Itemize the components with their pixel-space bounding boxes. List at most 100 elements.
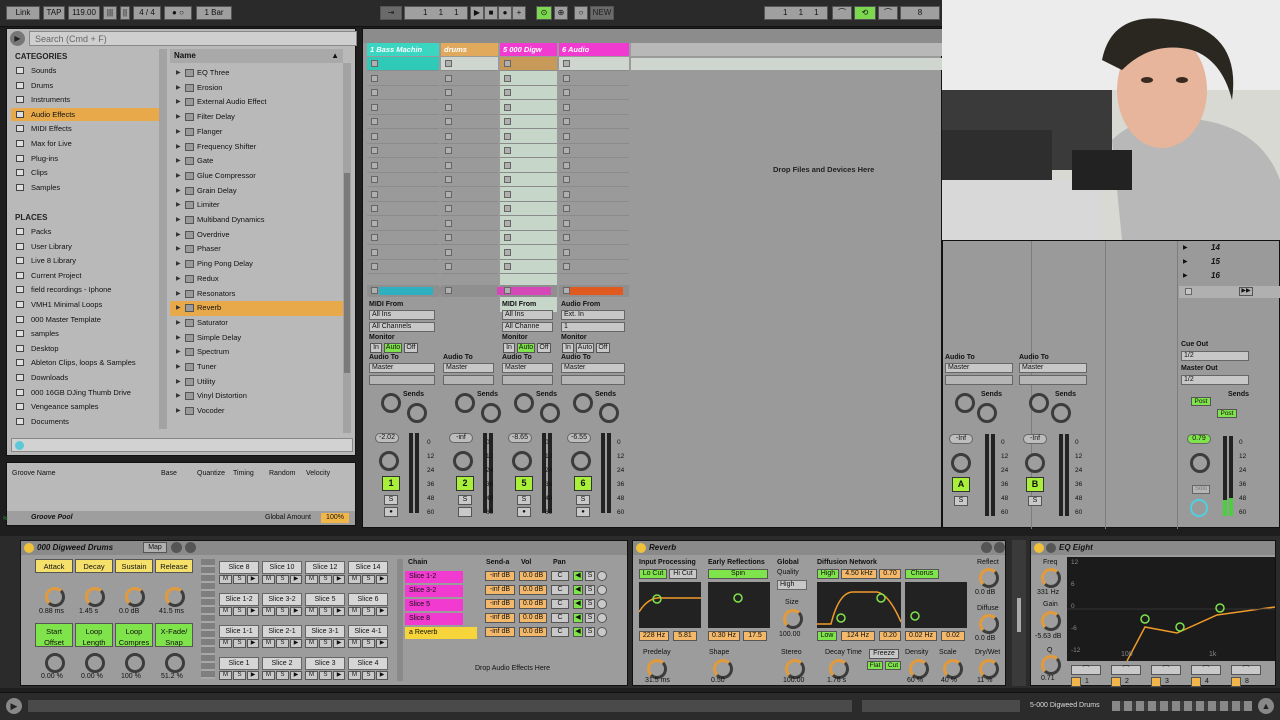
clip-stop-icon[interactable] — [371, 118, 378, 125]
clip-stop-icon[interactable] — [445, 248, 452, 256]
pad-overview[interactable] — [201, 559, 215, 679]
clip-stop-icon[interactable] — [504, 248, 511, 256]
browser-item[interactable]: ▶ Spectrum — [170, 345, 343, 360]
monitor-auto-button[interactable]: Auto — [576, 343, 594, 353]
scene-launch-icon[interactable]: ▶ — [1183, 272, 1188, 279]
eq-band-on-button[interactable] — [1071, 677, 1081, 687]
clip-slot[interactable] — [441, 130, 498, 144]
clip-stop-icon[interactable] — [371, 132, 378, 140]
clip-slot[interactable] — [559, 101, 629, 115]
browser-item[interactable]: ▶ Vocoder — [170, 404, 343, 419]
chain-vol-field[interactable]: 0.0 dB — [519, 585, 547, 595]
clip-slot[interactable] — [441, 217, 498, 231]
clip-slot[interactable] — [559, 86, 629, 100]
clip-slot[interactable] — [559, 115, 629, 129]
clip-stop-icon[interactable] — [563, 161, 570, 169]
clip-slot[interactable] — [500, 202, 557, 216]
clip-slot[interactable] — [441, 188, 498, 202]
pad-mute-button[interactable]: M — [262, 671, 275, 680]
chain-solo-icon[interactable]: S — [585, 585, 595, 595]
place-item[interactable]: Packs — [11, 225, 159, 238]
return-chain-pan-field[interactable]: C — [551, 627, 569, 637]
audio-to-select[interactable]: Master — [369, 363, 435, 373]
clip-stop-icon[interactable] — [504, 74, 511, 82]
chain-power-icon[interactable] — [597, 571, 607, 581]
lo-cut-button[interactable]: Lo Cut — [639, 569, 667, 579]
track-header[interactable]: 5 000 Digw — [500, 43, 557, 56]
chain-pan-field[interactable]: C — [551, 571, 569, 581]
quality-select[interactable]: High — [777, 580, 807, 590]
browser-item[interactable]: ▶ Limiter — [170, 198, 343, 213]
groove-icon[interactable]: ≈ — [3, 513, 15, 523]
reflect-knob[interactable] — [979, 568, 999, 588]
loop-param-knob[interactable] — [125, 653, 145, 673]
audio-to-select[interactable]: Master — [502, 363, 553, 373]
clip-slot[interactable] — [500, 173, 557, 187]
send-a-knob[interactable] — [573, 393, 593, 413]
clip-stop-icon[interactable] — [445, 263, 452, 270]
pad-mute-button[interactable]: M — [219, 575, 232, 584]
pad-play-button[interactable]: ▶ — [290, 671, 302, 680]
pad-play-button[interactable]: ▶ — [376, 575, 388, 584]
time-signature-field[interactable]: 4 / 4 — [133, 6, 161, 20]
pad-play-button[interactable]: ▶ — [333, 575, 345, 584]
pad-solo-button[interactable]: S — [362, 639, 375, 648]
drum-pad[interactable]: Slice 1 — [219, 657, 259, 670]
clip-stop-icon[interactable] — [371, 263, 378, 270]
early-reflections-display[interactable] — [708, 582, 770, 628]
expand-arrow-icon[interactable]: ▶ — [176, 95, 181, 109]
chain-solo-icon[interactable]: S — [585, 599, 595, 609]
clip-slot[interactable] — [441, 57, 498, 71]
arm-button[interactable]: ● — [384, 507, 398, 517]
place-item[interactable]: 000 16GB DJing Thumb Drive — [11, 386, 159, 399]
browser-item[interactable]: ▶ Tuner — [170, 360, 343, 375]
clip-slot[interactable] — [367, 115, 439, 129]
preview-bar[interactable] — [11, 438, 353, 452]
audio-to-select[interactable]: Master — [561, 363, 625, 373]
chorus-display[interactable] — [905, 582, 967, 628]
reverb-decay-time-knob[interactable] — [829, 659, 849, 679]
category-clips[interactable]: Clips — [11, 166, 159, 179]
preview-icon[interactable] — [15, 441, 24, 450]
reverb-dry-wet-knob[interactable] — [979, 659, 999, 679]
expand-arrow-icon[interactable]: ▶ — [176, 389, 181, 403]
pad-play-button[interactable]: ▶ — [376, 671, 388, 680]
return-volume-field[interactable]: -Inf — [1023, 434, 1047, 444]
session-record-button[interactable]: ○ — [574, 6, 588, 20]
reverb-predelay-knob[interactable] — [647, 659, 667, 679]
clip-slot[interactable] — [367, 72, 439, 86]
scene-launch-icon[interactable]: ▶ — [1183, 244, 1188, 251]
clip-stop-icon[interactable] — [445, 205, 452, 212]
clip-slot[interactable] — [441, 101, 498, 115]
audio-to-select[interactable]: Master — [443, 363, 494, 373]
loop-param-button[interactable]: Loop Compres — [115, 623, 153, 647]
track-activator-button[interactable]: 6 — [574, 476, 592, 491]
input-filter-display[interactable] — [638, 582, 701, 628]
diffusion-low-freq-field[interactable]: 124 Hz — [841, 631, 875, 641]
pad-mute-button[interactable]: M — [348, 671, 361, 680]
loop-param-button[interactable]: Loop Length — [75, 623, 113, 647]
browser-item[interactable]: ▶ Glue Compressor — [170, 169, 343, 184]
master-pan-knob[interactable] — [1190, 453, 1210, 473]
pad-mute-button[interactable]: M — [348, 639, 361, 648]
clip-stop-icon[interactable] — [445, 161, 452, 169]
clip-slot[interactable] — [367, 246, 439, 260]
eq-band-on-button[interactable] — [1191, 677, 1201, 687]
clip-stop-icon[interactable] — [445, 74, 452, 82]
record-button[interactable]: ● — [498, 6, 512, 20]
arm-button[interactable]: ● — [517, 507, 531, 517]
chain-activator-icon[interactable]: ◀ — [573, 599, 583, 609]
link-button[interactable]: Link — [6, 6, 40, 20]
expand-arrow-icon[interactable]: ▶ — [176, 375, 181, 389]
volume-field[interactable]: -2.02 — [375, 433, 399, 443]
pad-mute-button[interactable]: M — [262, 607, 275, 616]
send-a-knob[interactable] — [381, 393, 401, 413]
clip-stop-icon[interactable] — [563, 219, 570, 227]
return-chain-vol-field[interactable]: 0.0 dB — [519, 627, 547, 637]
pan-knob[interactable] — [571, 451, 591, 471]
clip-stop-icon[interactable] — [371, 89, 378, 96]
clip-slot[interactable] — [500, 57, 557, 71]
io-from-select[interactable]: All Ins — [369, 310, 435, 320]
info-view-toggle-icon[interactable]: ▶ — [6, 698, 22, 714]
clip-stop-icon[interactable] — [445, 60, 452, 67]
